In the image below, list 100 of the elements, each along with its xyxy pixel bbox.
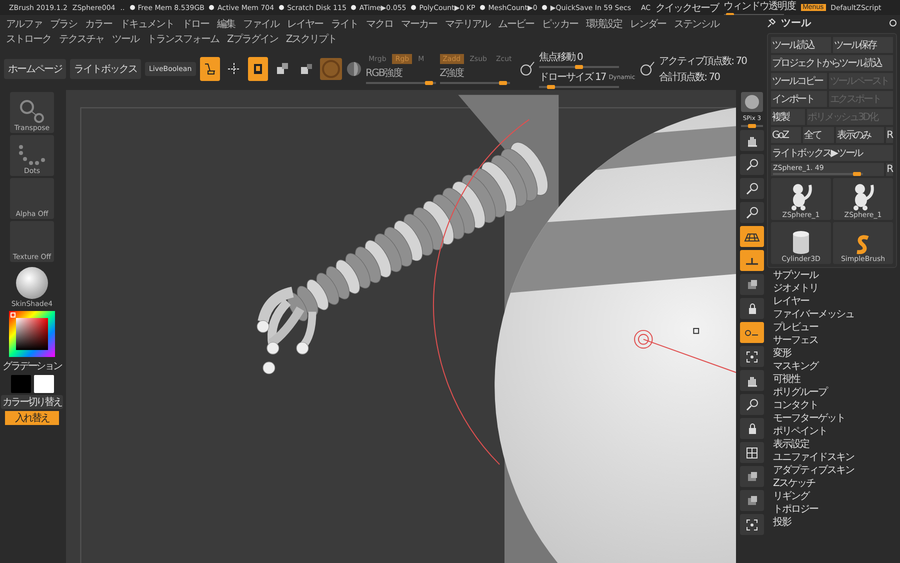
tool-button[interactable]: ライトボックス▶ツール: [771, 145, 893, 161]
tool-menu-item[interactable]: アダプティブスキン: [773, 465, 897, 477]
view-button[interactable]: [740, 226, 764, 247]
switch-color-button[interactable]: カラー切り替え: [0, 395, 64, 409]
refresh-icon[interactable]: [889, 19, 897, 27]
tool-menu-item[interactable]: ポリグループ: [773, 387, 897, 399]
tool-menu-item[interactable]: モーフターゲット: [773, 413, 897, 425]
quicksave-button[interactable]: クイックセーブ: [656, 0, 719, 14]
view-button[interactable]: [740, 298, 764, 319]
menu-item[interactable]: ストローク: [6, 32, 51, 46]
view-button[interactable]: [740, 178, 764, 199]
view-button[interactable]: [740, 370, 764, 391]
view-button[interactable]: [740, 274, 764, 295]
tool-menu-item[interactable]: 可視性: [773, 374, 897, 386]
bullet-icon: [411, 5, 416, 10]
menu-item[interactable]: Zプラグイン: [227, 32, 278, 46]
tool-menu-item[interactable]: ユニファイドスキン: [773, 452, 897, 464]
menu-item[interactable]: マーカー: [401, 17, 437, 31]
hammer-icon: [767, 18, 777, 28]
tool-menu-item[interactable]: ポリペイント: [773, 426, 897, 438]
view-button[interactable]: [740, 442, 764, 463]
cylinder-thumbnail: [790, 229, 812, 255]
view-button[interactable]: [740, 130, 764, 151]
view-button[interactable]: [740, 250, 764, 271]
viewport-canvas[interactable]: [66, 90, 736, 563]
color-picker[interactable]: [9, 311, 55, 357]
mode-button[interactable]: [248, 57, 268, 81]
tool-button[interactable]: ツール読込: [771, 37, 831, 53]
tool-menu-item[interactable]: コンタクト: [773, 400, 897, 412]
view-button[interactable]: [740, 346, 764, 367]
swap-button[interactable]: 入れ替え: [5, 411, 59, 425]
menu-item[interactable]: 環境設定: [586, 17, 622, 31]
tool-menu-item[interactable]: トポロジー: [773, 504, 897, 516]
menu-item[interactable]: ドロー: [182, 17, 209, 31]
view-button[interactable]: [740, 322, 764, 343]
tool-panel-title: ツール: [781, 17, 811, 30]
view-button[interactable]: [740, 202, 764, 223]
tool-menu-item[interactable]: ジオメトリ: [773, 283, 897, 295]
menu-item[interactable]: カラー: [85, 17, 112, 31]
menu-item[interactable]: テクスチャ: [59, 32, 104, 46]
menu-item[interactable]: 編集: [217, 17, 235, 31]
reset-button[interactable]: R: [886, 163, 893, 176]
toolbar-button[interactable]: ライトボックス: [70, 59, 141, 79]
secondary-color-swatch[interactable]: [34, 375, 54, 393]
slider-thumb[interactable]: [424, 81, 433, 85]
menu-item[interactable]: レイヤー: [287, 17, 323, 31]
transform-handle-icon[interactable]: [693, 328, 700, 334]
menu-item[interactable]: ライト: [331, 17, 358, 31]
tool-menu-item[interactable]: Zスケッチ: [773, 478, 897, 490]
tool-menu-item[interactable]: レイヤー: [773, 296, 897, 308]
tool-menu-item[interactable]: リギング: [773, 491, 897, 503]
tool-menu-item[interactable]: サーフェス: [773, 335, 897, 347]
slider-thumb[interactable]: [748, 124, 756, 128]
view-button[interactable]: [740, 418, 764, 439]
menu-item[interactable]: ツール: [112, 32, 139, 46]
view-button[interactable]: [740, 394, 764, 415]
view-button[interactable]: [740, 466, 764, 487]
menu-item[interactable]: レンダー: [630, 17, 666, 31]
toolbar-button[interactable]: ホームページ: [4, 59, 66, 79]
slider-thumb[interactable]: [546, 85, 555, 89]
tool-menu-item[interactable]: サブツール: [773, 270, 897, 282]
brush-circle-icon[interactable]: [518, 61, 535, 77]
main-color-swatch[interactable]: [10, 375, 30, 393]
menu-item[interactable]: ドキュメント: [120, 17, 174, 31]
tool-button[interactable]: ツールコピー: [771, 73, 827, 89]
grid-icon: [745, 446, 759, 460]
tool-menu-item[interactable]: 投影: [773, 517, 897, 529]
tool-button[interactable]: GoZ: [771, 127, 802, 143]
mode-button[interactable]: [200, 57, 220, 81]
bullet-icon: [351, 5, 356, 10]
tool-button[interactable]: 複製: [771, 109, 805, 125]
view-button[interactable]: [740, 514, 764, 535]
tool-button[interactable]: 表示のみ: [836, 127, 884, 143]
menu-item[interactable]: Zスクリプト: [286, 32, 337, 46]
tool-button[interactable]: インポート: [771, 91, 827, 107]
tool-menu-item[interactable]: マスキング: [773, 361, 897, 373]
menu-item[interactable]: マテリアル: [445, 17, 490, 31]
menu-item[interactable]: ムービー: [498, 17, 534, 31]
menu-item[interactable]: ステンシル: [674, 17, 719, 31]
menu-item[interactable]: ブラシ: [50, 17, 77, 31]
view-button[interactable]: [740, 490, 764, 511]
menu-item[interactable]: アルファ: [6, 17, 42, 31]
brush-circle-icon[interactable]: [639, 61, 656, 77]
menu-item[interactable]: トランスフォーム: [147, 32, 219, 46]
tool-button[interactable]: ツール保存: [833, 37, 893, 53]
menu-item[interactable]: ファイル: [243, 17, 279, 31]
tool-button[interactable]: 全て: [803, 127, 834, 143]
sphere-icon[interactable]: [346, 61, 362, 77]
tool-button[interactable]: プロジェクトからツール読込: [771, 55, 893, 71]
tool-menu-item[interactable]: 変形: [773, 348, 897, 360]
slider-thumb[interactable]: [852, 172, 861, 176]
tool-button[interactable]: R: [886, 127, 893, 143]
tool-menu-item[interactable]: 表示設定: [773, 439, 897, 451]
menu-item[interactable]: マクロ: [366, 17, 393, 31]
slider-thumb[interactable]: [574, 65, 583, 69]
tool-menu-item[interactable]: ファイバーメッシュ: [773, 309, 897, 321]
menu-item[interactable]: ピッカー: [542, 17, 578, 31]
slider-thumb[interactable]: [498, 81, 507, 85]
tool-menu-item[interactable]: プレビュー: [773, 322, 897, 334]
view-button[interactable]: [740, 154, 764, 175]
